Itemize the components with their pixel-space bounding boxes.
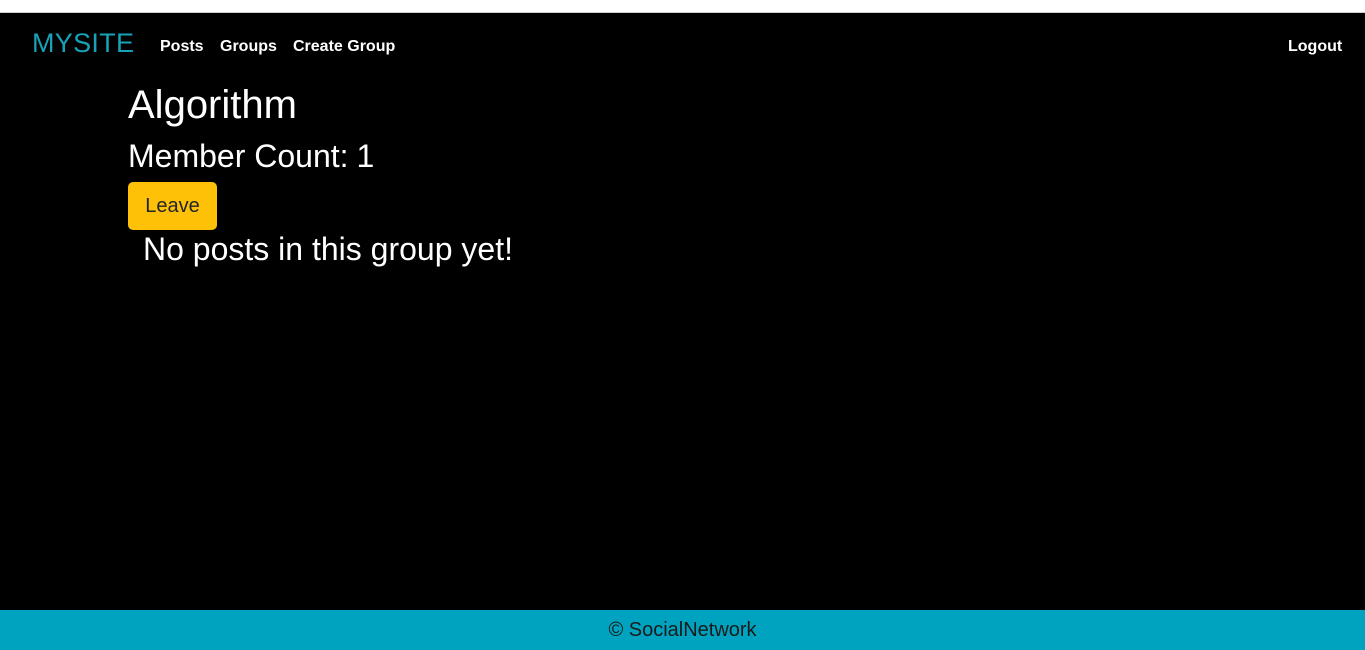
member-count-label: Member Count: <box>128 138 349 174</box>
member-count-value: 1 <box>356 138 375 174</box>
member-count: Member Count: 1 <box>128 138 374 174</box>
brand-link[interactable]: MYSITE <box>32 27 134 59</box>
footer-copyright: © SocialNetwork <box>608 619 757 641</box>
nav-groups-link[interactable]: Groups <box>220 37 277 57</box>
nav-posts-link[interactable]: Posts <box>160 37 204 57</box>
leave-group-button[interactable]: Leave <box>128 182 217 230</box>
browser-bookmarks-bar <box>0 0 1365 13</box>
group-title: Algorithm <box>128 83 297 127</box>
empty-posts-message: No posts in this group yet! <box>143 231 513 267</box>
navbar: MYSITE Posts Groups Create Group Logout <box>0 13 1365 75</box>
nav-create-group-link[interactable]: Create Group <box>293 37 395 57</box>
footer: © SocialNetwork <box>0 610 1365 650</box>
logout-link[interactable]: Logout <box>1288 37 1342 57</box>
